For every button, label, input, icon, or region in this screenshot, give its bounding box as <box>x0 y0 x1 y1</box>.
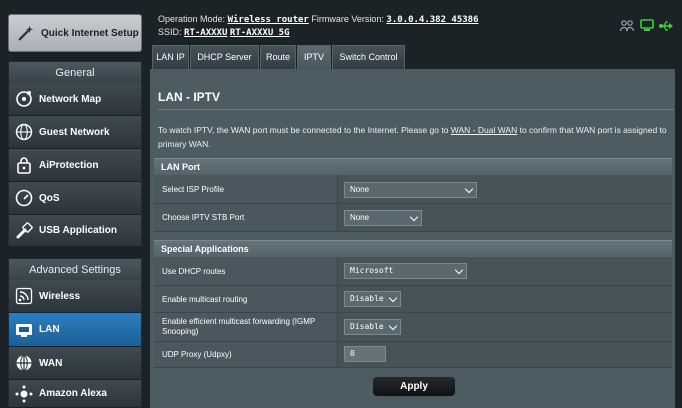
chevron-down-icon <box>409 212 419 222</box>
sidebar-item-guest-network[interactable]: Guest Network <box>8 116 142 149</box>
sidebar-item-label: QoS <box>39 192 60 204</box>
chevron-down-icon <box>388 321 398 331</box>
lan-icon <box>15 321 33 339</box>
sidebar-item-label: Network Map <box>39 93 102 105</box>
sidebar-item-label: WAN <box>39 357 63 369</box>
dhcp-routes-cell: Microsoft <box>337 257 672 286</box>
sidebar-item-usb-application[interactable]: USB Application <box>8 215 142 247</box>
isp-profile-value: None <box>350 185 370 194</box>
multicast-routing-cell: Disable <box>337 286 672 313</box>
lock-icon <box>15 156 33 174</box>
alexa-icon <box>15 385 33 403</box>
operation-mode-link[interactable]: Wireless router <box>228 15 309 25</box>
sidebar-item-label: USB Application <box>39 225 117 236</box>
sidebar-item-label: Amazon Alexa <box>39 388 107 399</box>
tab-route[interactable]: Route <box>260 45 296 69</box>
title-divider <box>158 109 674 110</box>
chevron-down-icon <box>454 265 464 275</box>
sidebar-item-wan[interactable]: WAN <box>8 347 142 380</box>
app-clients-icon[interactable] <box>619 19 635 37</box>
page-description: To watch IPTV, the WAN port must be conn… <box>158 123 668 151</box>
iptv-stb-port-cell: None <box>337 204 672 232</box>
wand-icon <box>17 24 35 42</box>
multicast-routing-label: Enable multicast routing <box>154 286 337 313</box>
multicast-routing-select[interactable]: Disable <box>344 291 401 307</box>
globe-icon <box>15 354 33 372</box>
tab-lan-ip[interactable]: LAN IP <box>152 45 189 69</box>
internet-status-icon[interactable] <box>640 19 654 37</box>
efficient-multicast-select[interactable]: Disable <box>344 319 401 335</box>
quick-internet-setup-button[interactable]: Quick Internet Setup <box>8 14 142 52</box>
sidebar-item-lan[interactable]: LAN <box>8 313 142 347</box>
sidebar-item-network-map[interactable]: Network Map <box>8 83 142 116</box>
efficient-multicast-value: Disable <box>350 322 384 331</box>
chevron-down-icon <box>464 184 474 194</box>
dhcp-routes-select[interactable]: Microsoft <box>344 263 467 279</box>
quick-internet-setup-label: Quick Internet Setup <box>41 27 139 39</box>
dhcp-routes-value: Microsoft <box>350 266 394 275</box>
iptv-stb-port-value: None <box>350 213 370 222</box>
special-applications-heading: Special Applications <box>154 240 672 257</box>
usb-status-icon[interactable] <box>658 19 674 37</box>
udp-proxy-label: UDP Proxy (Udpxy) <box>154 342 337 368</box>
chevron-down-icon <box>388 293 398 303</box>
ssid-2g-link[interactable]: RT-AXXXU <box>184 28 227 38</box>
lan-port-heading: LAN Port <box>154 158 672 175</box>
iptv-stb-port-label: Choose IPTV STB Port <box>154 204 337 232</box>
udp-proxy-cell: 0 <box>337 342 672 368</box>
wan-dual-wan-link[interactable]: WAN - Dual WAN <box>451 125 517 135</box>
isp-profile-cell: None <box>337 175 672 204</box>
sidebar-item-aiprotection[interactable]: AiProtection <box>8 149 142 182</box>
sidebar-item-label: Wireless <box>39 290 81 302</box>
sidebar-item-qos[interactable]: QoS <box>8 182 142 215</box>
wifi-icon <box>15 287 33 305</box>
sidebar-item-label: AiProtection <box>39 159 99 171</box>
apply-button[interactable]: Apply <box>372 376 456 397</box>
isp-profile-select[interactable]: None <box>344 182 477 198</box>
tab-iptv[interactable]: IPTV <box>297 45 331 69</box>
speedometer-icon <box>15 189 33 207</box>
sidebar-item-label: LAN <box>39 324 60 335</box>
tab-switch-control[interactable]: Switch Control <box>332 45 405 69</box>
sidebar-item-amazon-alexa[interactable]: Amazon Alexa <box>8 380 142 408</box>
sidebar-item-wireless[interactable]: Wireless <box>8 280 142 313</box>
ssid-5g-link[interactable]: RT-AXXXU_5G <box>230 28 290 38</box>
efficient-multicast-cell: Disable <box>337 313 672 342</box>
efficient-multicast-label: Enable efficient multicast forwarding (I… <box>154 313 337 342</box>
isp-profile-label: Select ISP Profile <box>154 175 337 204</box>
page-title: LAN - IPTV <box>158 90 220 104</box>
operation-mode-label: Operation Mode: <box>158 14 226 24</box>
description-text-pre: To watch IPTV, the WAN port must be conn… <box>158 125 451 135</box>
tab-dhcp-server[interactable]: DHCP Server <box>190 45 259 69</box>
advanced-settings-title: Advanced Settings <box>8 258 142 280</box>
ssid-label: SSID: <box>158 27 182 37</box>
usb-icon <box>15 221 33 240</box>
multicast-routing-value: Disable <box>350 294 384 303</box>
operation-mode-line: Operation Mode: Wireless router Firmware… <box>158 14 479 25</box>
udp-proxy-input[interactable]: 0 <box>344 346 386 362</box>
firmware-label: Firmware Version: <box>311 14 384 24</box>
dhcp-routes-label: Use DHCP routes <box>154 257 337 286</box>
ssid-line: SSID: RT-AXXXU RT-AXXXU_5G <box>158 27 290 38</box>
network-map-icon <box>15 90 33 108</box>
sidebar-item-label: Guest Network <box>39 126 110 138</box>
general-section-title: General <box>8 61 142 83</box>
guest-network-icon <box>15 123 33 141</box>
firmware-link[interactable]: 3.0.0.4.382_45386 <box>386 15 478 25</box>
iptv-stb-port-select[interactable]: None <box>344 210 422 226</box>
